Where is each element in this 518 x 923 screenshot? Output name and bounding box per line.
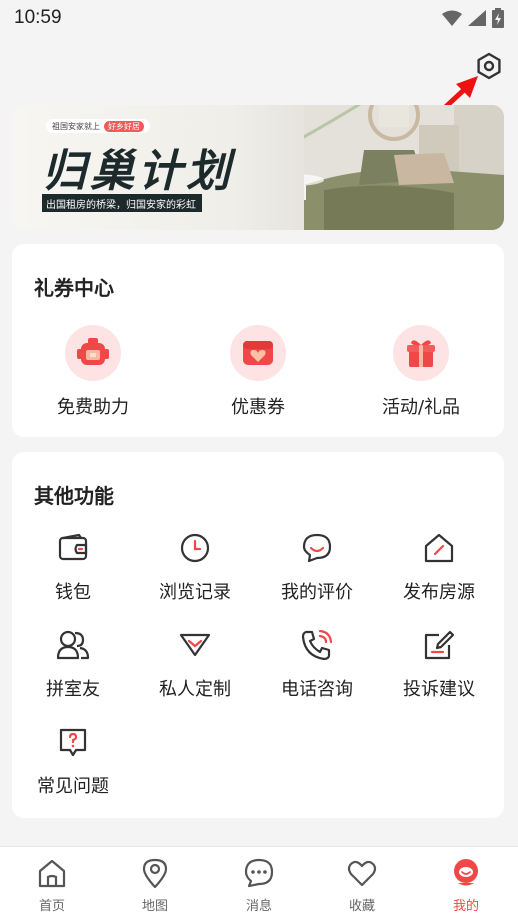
faq-icon [55,724,91,760]
promo-banner[interactable]: 祖国安家就上 好乡好居 归巢计划 出国租房的桥梁，归国安家的彩虹 [12,105,504,230]
coupon-item-label: 免费助力 [57,397,129,418]
bottom-tabbar: 首页 地图 消息 收藏 我的 [0,846,518,923]
status-time: 10:59 [14,7,62,28]
banner-subtitle: 出国租房的桥梁，归国安家的彩虹 [42,194,202,212]
gear-icon [477,52,501,80]
func-roommates[interactable]: 拼室友 [12,627,134,701]
tab-label: 消息 [245,899,272,914]
func-label: 浏览记录 [159,582,231,603]
message-icon [244,858,274,888]
wallet-icon [55,530,91,566]
phone-icon [299,627,335,663]
coupon-item-coupons[interactable]: 优惠券 [188,325,328,419]
signal-icon [468,10,486,26]
tab-profile[interactable]: 我的 [414,857,518,914]
tab-messages[interactable]: 消息 [207,857,311,914]
func-label: 发布房源 [403,582,475,603]
func-publish[interactable]: 发布房源 [378,530,500,604]
coupon-item-activities[interactable]: 活动/礼品 [351,325,491,419]
coupon-heart-icon [230,325,286,381]
tab-label: 首页 [38,899,65,914]
banner-tag-pill: 好乡好居 [104,120,144,132]
coupon-item-label: 优惠券 [231,397,285,418]
func-label: 投诉建议 [403,679,475,700]
func-label: 我的评价 [281,582,353,603]
tab-label: 我的 [452,899,479,914]
banner-tag-text: 祖国安家就上 [52,121,100,131]
banner-tag: 祖国安家就上 好乡好居 [46,119,150,133]
map-pin-icon [142,858,168,889]
func-label: 拼室友 [46,679,100,700]
func-reviews[interactable]: 我的评价 [256,530,378,604]
func-history[interactable]: 浏览记录 [134,530,256,604]
bedroom-illustration [304,105,504,230]
coupon-item-free-help[interactable]: 免费助力 [23,325,163,419]
tab-map[interactable]: 地图 [103,857,207,914]
func-custom[interactable]: 私人定制 [134,627,256,701]
func-wallet[interactable]: 钱包 [12,530,134,604]
tab-home[interactable]: 首页 [0,857,104,914]
func-label: 私人定制 [159,679,231,700]
clock-icon [177,530,213,566]
edit-note-icon [421,627,457,663]
func-phone[interactable]: 电话咨询 [256,627,378,701]
wifi-icon [442,10,462,26]
status-icons [442,8,504,28]
settings-button[interactable] [473,50,505,82]
profile-mascot-icon [454,859,478,886]
coupon-item-label: 活动/礼品 [381,397,461,418]
tab-favorites[interactable]: 收藏 [310,857,414,914]
heart-icon [347,860,377,887]
banner-title: 归巢计划 [42,146,234,197]
func-label: 电话咨询 [281,679,353,700]
coupon-center-card: 礼券中心 免费助力 优惠券 活动/礼品 [12,244,504,437]
tab-label: 地图 [141,899,168,914]
other-functions-title: 其他功能 [34,484,114,508]
func-label: 钱包 [55,582,91,603]
house-edit-icon [421,530,457,566]
func-feedback[interactable]: 投诉建议 [378,627,500,701]
coupon-center-title: 礼券中心 [34,276,114,300]
tab-label: 收藏 [348,899,375,914]
robot-gift-icon [65,325,121,381]
roommates-icon [55,627,91,663]
func-faq[interactable]: 常见问题 [12,724,134,798]
status-bar: 10:59 [0,0,518,36]
other-functions-card: 其他功能 钱包 浏览记录 我的评价 发布房源 拼室友 私人定制 电话咨询 投诉建… [12,452,504,818]
home-icon [38,859,66,888]
func-label: 常见问题 [37,776,109,797]
battery-icon [492,8,504,28]
gift-box-icon [393,325,449,381]
diamond-icon [177,627,213,663]
comment-smile-icon [299,530,335,566]
